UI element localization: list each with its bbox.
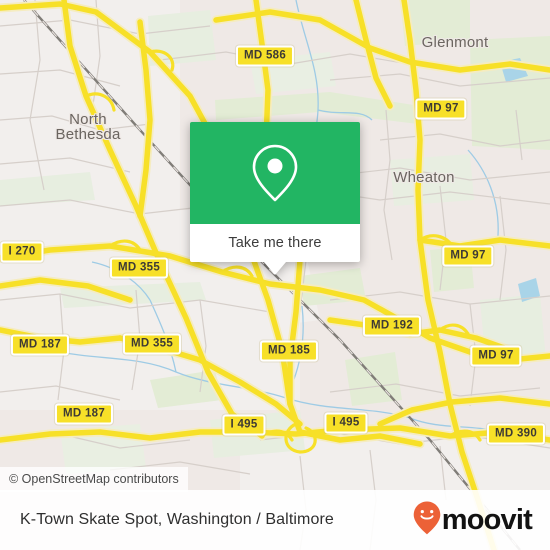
map-screenshot-root: Glenmont North Bethesda Wheaton MD 586 M… <box>0 0 550 550</box>
road-shield-md-355-lower[interactable]: MD 355 <box>122 333 182 355</box>
road-shield-md-185[interactable]: MD 185 <box>259 340 319 362</box>
road-shield-md-355-upper[interactable]: MD 355 <box>109 257 169 279</box>
road-shield-i-495-west[interactable]: I 495 <box>222 414 266 436</box>
take-me-there-popup[interactable]: Take me there <box>190 122 360 275</box>
location-title: K-Town Skate Spot, Washington / Baltimor… <box>20 511 334 528</box>
road-shield-i-270[interactable]: I 270 <box>0 241 44 263</box>
road-shield-md-187-upper[interactable]: MD 187 <box>10 334 70 356</box>
moovit-pin-icon <box>413 501 441 540</box>
popup-tail-pointer <box>264 262 286 275</box>
location-pin-icon <box>249 142 301 204</box>
road-shield-md-390[interactable]: MD 390 <box>486 423 546 445</box>
moovit-wordmark: moovit <box>441 503 533 536</box>
popup-header <box>190 122 360 224</box>
road-shield-md-97-north[interactable]: MD 97 <box>415 98 467 120</box>
road-shield-md-586[interactable]: MD 586 <box>235 45 295 67</box>
road-shield-md-192[interactable]: MD 192 <box>362 315 422 337</box>
road-shield-md-97-mid[interactable]: MD 97 <box>442 245 494 267</box>
road-shield-i-495-east[interactable]: I 495 <box>324 412 368 434</box>
road-shield-md-187-lower[interactable]: MD 187 <box>54 403 114 425</box>
popup-footer[interactable]: Take me there <box>190 224 360 275</box>
osm-attribution[interactable]: © OpenStreetMap contributors <box>0 467 188 492</box>
road-shield-md-97-lower[interactable]: MD 97 <box>470 345 522 367</box>
footer-bar: K-Town Skate Spot, Washington / Baltimor… <box>0 490 550 550</box>
take-me-there-label: Take me there <box>228 235 322 251</box>
moovit-logo[interactable]: moovit <box>413 501 533 540</box>
